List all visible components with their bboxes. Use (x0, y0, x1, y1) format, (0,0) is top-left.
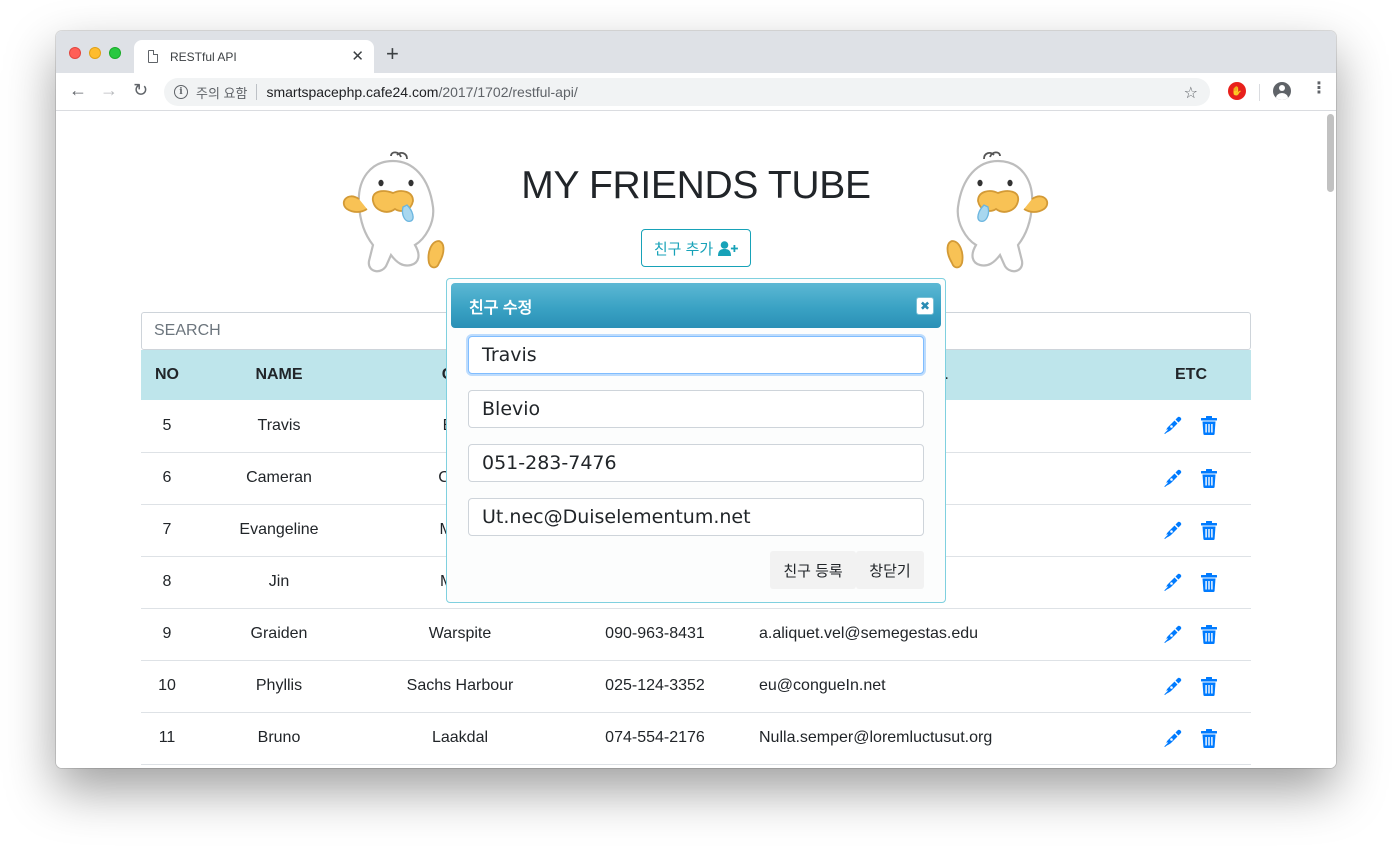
cell-no: 6 (141, 452, 193, 505)
trash-icon[interactable] (1200, 624, 1218, 644)
cell-city: Laakdal (365, 712, 555, 765)
tab-close-icon[interactable]: ✕ (351, 49, 364, 64)
modal-close-icon[interactable]: ✖ (916, 297, 934, 315)
edit-pen-icon[interactable] (1164, 729, 1182, 748)
tab-title: RESTful API (170, 49, 237, 64)
cell-name: Bruno (193, 712, 365, 765)
trash-icon[interactable] (1200, 728, 1218, 748)
cell-name: Travis (193, 400, 365, 453)
bookmark-star-icon[interactable]: ☆ (1184, 83, 1198, 103)
edit-pen-icon[interactable] (1164, 573, 1182, 592)
document-icon (148, 50, 158, 63)
edit-friend-modal: 친구 수정 ✖ Travis Blevio 051-283-7476 Ut.ne… (446, 278, 946, 603)
register-friend-button[interactable]: 친구 등록 (770, 551, 856, 589)
page-viewport: MY FRIENDS TUBE 친구 추가 SEARCH NO NAME ETC… (56, 111, 1336, 768)
cell-email: Nulla.semper@loremluctusut.org (755, 712, 1131, 765)
modal-header: 친구 수정 ✖ (451, 283, 941, 328)
user-plus-icon (718, 240, 739, 256)
cell-email: a.aliquet.vel@semegestas.edu (755, 608, 1131, 661)
cell-actions (1131, 608, 1251, 661)
add-friend-label: 친구 추가 (653, 240, 714, 258)
cell-phone: 074-554-2176 (555, 712, 755, 765)
crying-duck-mascot-image (946, 151, 1049, 273)
cell-no: 11 (141, 712, 193, 765)
minimize-window-button[interactable] (89, 47, 101, 59)
security-label[interactable]: 주의 요함 (196, 83, 247, 102)
browser-toolbar: ← → ↻ i 주의 요함 smartspacephp.cafe24.com/2… (56, 73, 1336, 111)
add-friend-button[interactable]: 친구 추가 (641, 229, 751, 267)
cell-no: 9 (141, 608, 193, 661)
name-field[interactable]: Travis (468, 336, 924, 374)
cell-actions (1131, 660, 1251, 713)
cell-name: Phyllis (193, 660, 365, 713)
trash-icon[interactable] (1200, 676, 1218, 696)
title-bar: RESTful API ✕ + (56, 31, 1336, 73)
row-actions (1131, 624, 1251, 644)
cell-name: Cameran (193, 452, 365, 505)
cell-actions (1131, 400, 1251, 453)
reload-icon[interactable]: ↻ (133, 81, 148, 99)
modal-title: 친구 수정 (469, 299, 533, 317)
cell-phone: 090-963-8431 (555, 608, 755, 661)
trash-icon[interactable] (1200, 468, 1218, 488)
url-path[interactable]: /2017/1702/restful-api/ (438, 84, 577, 100)
table-row[interactable]: 10 Phyllis Sachs Harbour 025-124-3352 eu@con… (141, 660, 1251, 713)
url-host[interactable]: smartspacephp.cafe24.com (266, 84, 438, 100)
table-row[interactable]: 9 Graiden Warspite 090-963-8431 a.aliquet.ve… (141, 608, 1251, 661)
new-tab-button[interactable]: + (386, 43, 399, 65)
forward-arrow-icon[interactable]: → (100, 81, 118, 99)
trash-icon[interactable] (1200, 520, 1218, 540)
cell-no: 7 (141, 504, 193, 557)
cell-city: Warspite (365, 608, 555, 661)
cell-no: 10 (141, 660, 193, 713)
window-controls (69, 47, 121, 59)
row-actions (1131, 572, 1251, 592)
email-field[interactable]: Ut.nec@Duiselementum.net (468, 498, 924, 536)
kebab-menu-icon[interactable]: ⋮ (1311, 81, 1327, 97)
row-actions (1131, 468, 1251, 488)
city-field[interactable]: Blevio (468, 390, 924, 428)
row-actions (1131, 676, 1251, 696)
cell-name: Jin (193, 556, 365, 609)
close-window-button[interactable] (69, 47, 81, 59)
close-modal-button[interactable]: 창닫기 (856, 551, 924, 589)
phone-field[interactable]: 051-283-7476 (468, 444, 924, 482)
column-header-name: NAME (255, 366, 303, 383)
cell-actions (1131, 556, 1251, 609)
table-row[interactable]: 11 Bruno Laakdal 074-554-2176 Nulla.semper@l… (141, 712, 1251, 765)
zoom-window-button[interactable] (109, 47, 121, 59)
cell-name: Evangeline (193, 504, 365, 557)
page-title: MY FRIENDS TUBE (521, 164, 871, 207)
cell-no: 5 (141, 400, 193, 453)
divider (256, 84, 258, 100)
edit-pen-icon[interactable] (1164, 677, 1182, 696)
column-header-no: NO (155, 366, 179, 383)
info-icon[interactable]: i (174, 85, 188, 99)
cell-phone: 025-124-3352 (555, 660, 755, 713)
divider (1259, 84, 1260, 101)
cell-actions (1131, 504, 1251, 557)
browser-tab[interactable]: RESTful API ✕ (134, 40, 374, 73)
cell-email: eu@congueIn.net (755, 660, 1131, 713)
trash-icon[interactable] (1200, 416, 1218, 436)
row-actions (1131, 416, 1251, 436)
adblock-extension-icon[interactable]: ✋ (1228, 82, 1246, 100)
profile-avatar-icon[interactable] (1273, 82, 1291, 100)
back-arrow-icon[interactable]: ← (69, 81, 87, 99)
cell-no: 8 (141, 556, 193, 609)
trash-icon[interactable] (1200, 572, 1218, 592)
browser-window: RESTful API ✕ + ← → ↻ i 주의 요함 smartspace… (56, 31, 1336, 768)
cell-name: Graiden (193, 608, 365, 661)
cell-actions (1131, 452, 1251, 505)
edit-pen-icon[interactable] (1164, 625, 1182, 644)
edit-pen-icon[interactable] (1164, 416, 1182, 435)
edit-pen-icon[interactable] (1164, 469, 1182, 488)
column-header-etc: ETC (1175, 366, 1207, 383)
cell-actions (1131, 712, 1251, 765)
edit-pen-icon[interactable] (1164, 521, 1182, 540)
address-bar[interactable]: i 주의 요함 smartspacephp.cafe24.com/2017/17… (164, 78, 1210, 106)
row-actions (1131, 520, 1251, 540)
row-actions (1131, 728, 1251, 748)
cell-city: Sachs Harbour (365, 660, 555, 713)
